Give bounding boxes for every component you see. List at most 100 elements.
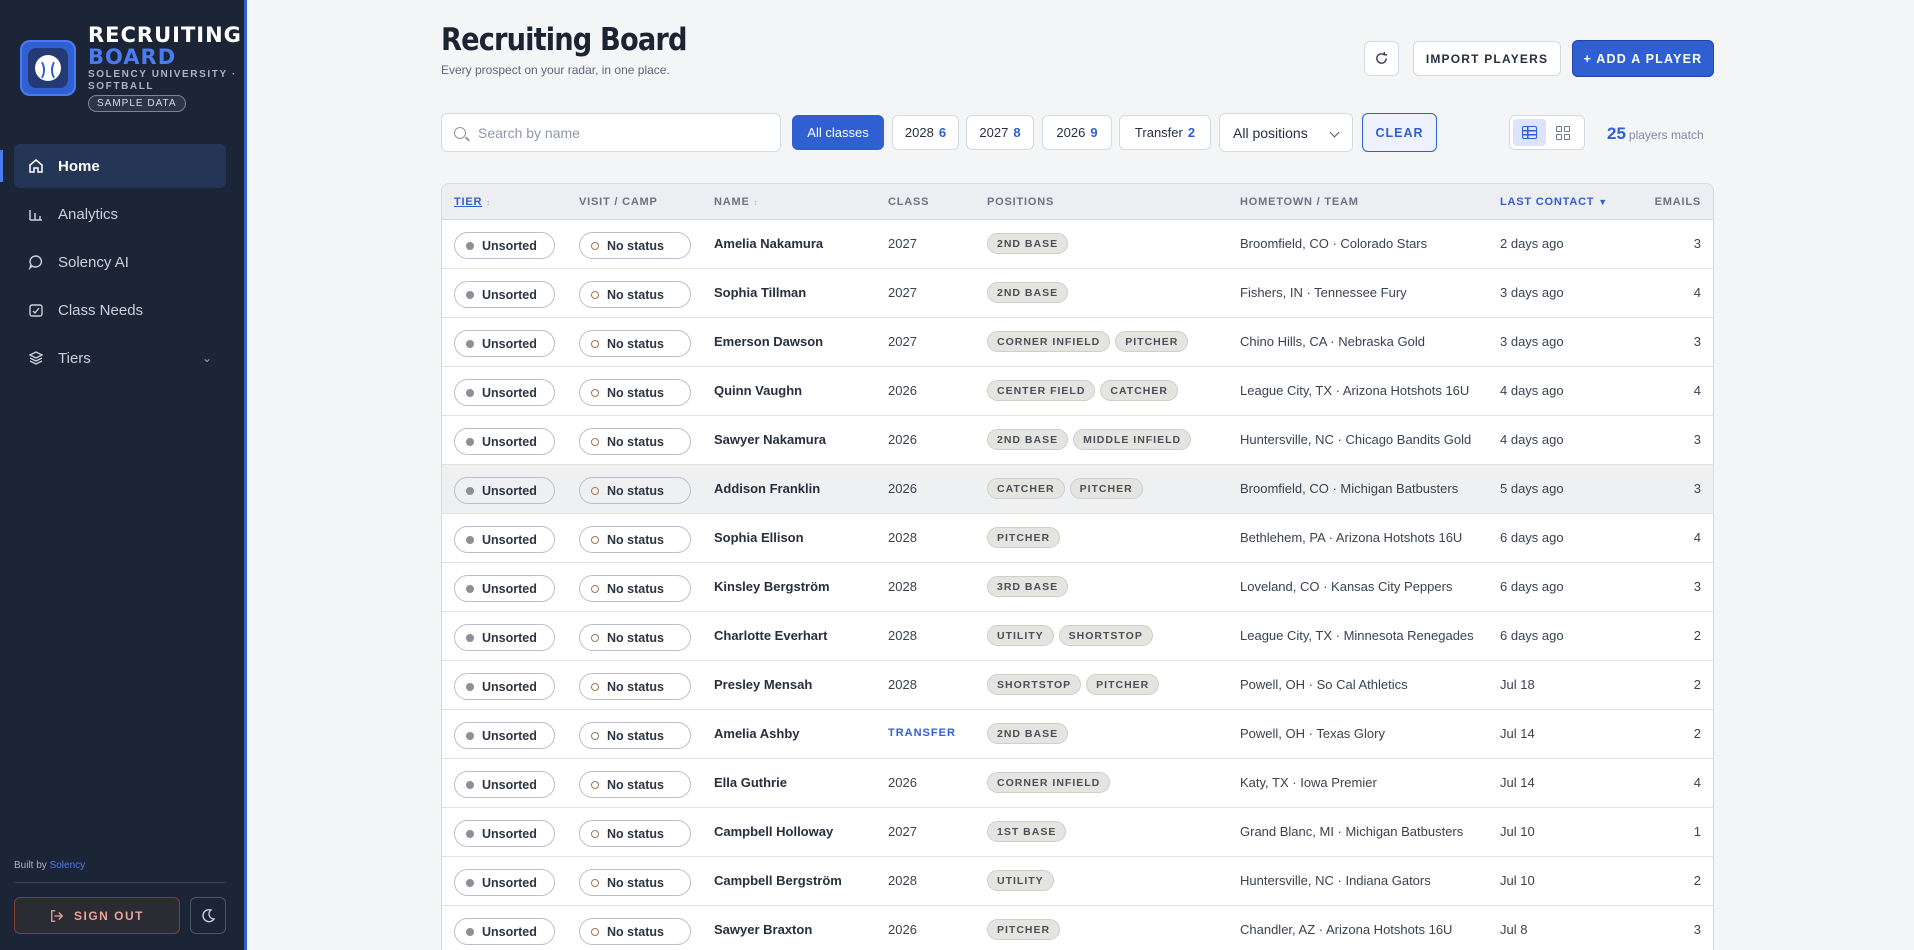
solency-link[interactable]: Solency [50,860,86,871]
table-row[interactable]: Unsorted No status Presley Mensah 2028 SHORT… [442,661,1713,710]
player-name[interactable]: Sawyer Braxton [714,922,812,937]
tier-select[interactable]: Unsorted [454,575,555,602]
tier-select[interactable]: Unsorted [454,918,555,945]
tier-select[interactable]: Unsorted [454,820,555,847]
table-row[interactable]: Unsorted No status Ella Guthrie 2026 CORNER … [442,759,1713,808]
tier-select[interactable]: Unsorted [454,281,555,308]
table-row[interactable]: Unsorted No status Amelia Ashby TRANSFER 2ND… [442,710,1713,759]
visit-status-select[interactable]: No status [579,918,691,945]
search-input[interactable]: Search by name [441,113,781,152]
visit-status-select[interactable]: No status [579,820,691,847]
positions-select[interactable]: All positions [1219,113,1353,152]
player-name[interactable]: Ella Guthrie [714,775,787,790]
player-name[interactable]: Amelia Nakamura [714,236,823,251]
visit-status-select[interactable]: No status [579,428,691,455]
clear-filters-button[interactable]: CLEAR [1362,113,1437,152]
player-name[interactable]: Emerson Dawson [714,334,823,349]
tier-select[interactable]: Unsorted [454,624,555,651]
tier-select[interactable]: Unsorted [454,330,555,357]
chevron-down-icon[interactable]: ⌄ [202,351,212,365]
visit-status-select[interactable]: No status [579,477,691,504]
col-positions[interactable]: POSITIONS [987,196,1054,208]
visit-status-select[interactable]: No status [579,869,691,896]
brand-title: RECRUITING [88,23,242,47]
grid-view-button[interactable] [1546,119,1579,146]
table-row[interactable]: Unsorted No status Sawyer Braxton 2026 PITCH… [442,906,1713,950]
sidebar-item-analytics[interactable]: Analytics [14,192,226,236]
visit-status-select[interactable]: No status [579,575,691,602]
player-name[interactable]: Sawyer Nakamura [714,432,826,447]
visit-status-select[interactable]: No status [579,526,691,553]
player-name[interactable]: Addison Franklin [714,481,820,496]
table-row[interactable]: Unsorted No status Amelia Nakamura 2027 2ND … [442,220,1713,269]
player-name[interactable]: Sophia Ellison [714,530,804,545]
tier-select[interactable]: Unsorted [454,477,555,504]
col-emails[interactable]: EMAILS [1655,196,1701,208]
player-name[interactable]: Kinsley Bergström [714,579,830,594]
class-chip-transfer[interactable]: Transfer 2 [1119,115,1211,150]
email-count: 2 [1693,726,1701,741]
visit-status-select[interactable]: No status [579,624,691,651]
player-name[interactable]: Amelia Ashby [714,726,800,741]
tier-label: Unsorted [482,924,537,939]
table-view-button[interactable] [1513,119,1546,146]
sign-out-button[interactable]: SIGN OUT [14,897,180,934]
visit-status-select[interactable]: No status [579,771,691,798]
tier-select[interactable]: Unsorted [454,379,555,406]
visit-status-select[interactable]: No status [579,281,691,308]
col-last-contact[interactable]: LAST CONTACT ▼ [1500,196,1608,208]
class-chip-2027[interactable]: 2027 8 [966,115,1034,150]
tier-select[interactable]: Unsorted [454,673,555,700]
refresh-button[interactable] [1364,41,1399,76]
player-name[interactable]: Campbell Holloway [714,824,833,839]
dark-mode-toggle[interactable] [190,897,226,934]
class-chip-2026[interactable]: 2026 9 [1042,115,1112,150]
status-ring-icon [591,339,599,348]
table-row[interactable]: Unsorted No status Sophia Ellison 2028 PITCH… [442,514,1713,563]
tier-select[interactable]: Unsorted [454,869,555,896]
player-name[interactable]: Presley Mensah [714,677,812,692]
table-row[interactable]: Unsorted No status Campbell Holloway 2027 1S… [442,808,1713,857]
col-visit[interactable]: VISIT / CAMP [579,196,658,208]
table-row[interactable]: Unsorted No status Charlotte Everhart 2028 U… [442,612,1713,661]
sort-icon: ↕ [486,198,491,207]
table-row[interactable]: Unsorted No status Campbell Bergström 2028 U… [442,857,1713,906]
sidebar-item-class-needs[interactable]: Class Needs [14,288,226,332]
import-players-button[interactable]: IMPORT PLAYERS [1413,41,1561,76]
table-row[interactable]: Unsorted No status Sawyer Nakamura 2026 2ND … [442,416,1713,465]
status-dot-icon [466,388,474,397]
tier-select[interactable]: Unsorted [454,722,555,749]
tier-select[interactable]: Unsorted [454,428,555,455]
player-name[interactable]: Sophia Tillman [714,285,806,300]
status-ring-icon [591,829,599,838]
col-tier[interactable]: TIER ↕ [454,196,491,208]
visit-status-select[interactable]: No status [579,673,691,700]
table-row[interactable]: Unsorted No status Emerson Dawson 2027 CORNE… [442,318,1713,367]
table-row[interactable]: Unsorted No status Sophia Tillman 2027 2ND B… [442,269,1713,318]
tier-select[interactable]: Unsorted [454,771,555,798]
player-name[interactable]: Quinn Vaughn [714,383,802,398]
sidebar-item-solency-ai[interactable]: Solency AI [14,240,226,284]
visit-status-select[interactable]: No status [579,379,691,406]
sidebar: RECRUITING BOARD SOLENCY UNIVERSITY · SO… [0,0,247,950]
table-row[interactable]: Unsorted No status Addison Franklin 2026 CAT… [442,465,1713,514]
col-last-label: LAST CONTACT [1500,196,1595,208]
class-chip-2028[interactable]: 2028 6 [892,115,959,150]
table-row[interactable]: Unsorted No status Quinn Vaughn 2026 CENTER … [442,367,1713,416]
sidebar-item-tiers[interactable]: Tiers ⌄ [14,336,226,380]
col-hometown[interactable]: HOMETOWN / TEAM [1240,196,1359,208]
visit-status-select[interactable]: No status [579,330,691,357]
col-name[interactable]: NAME ↕ [714,196,758,208]
position-list: CATCHER PITCHER [987,478,1148,499]
add-player-button[interactable]: + ADD A PLAYER [1572,40,1714,77]
class-chip-all[interactable]: All classes [792,115,884,150]
visit-status-select[interactable]: No status [579,722,691,749]
player-name[interactable]: Campbell Bergström [714,873,842,888]
player-name[interactable]: Charlotte Everhart [714,628,827,643]
visit-status-select[interactable]: No status [579,232,691,259]
col-class[interactable]: CLASS [888,196,929,208]
sidebar-item-home[interactable]: Home [14,144,226,188]
tier-select[interactable]: Unsorted [454,232,555,259]
table-row[interactable]: Unsorted No status Kinsley Bergström 2028 3R… [442,563,1713,612]
tier-select[interactable]: Unsorted [454,526,555,553]
